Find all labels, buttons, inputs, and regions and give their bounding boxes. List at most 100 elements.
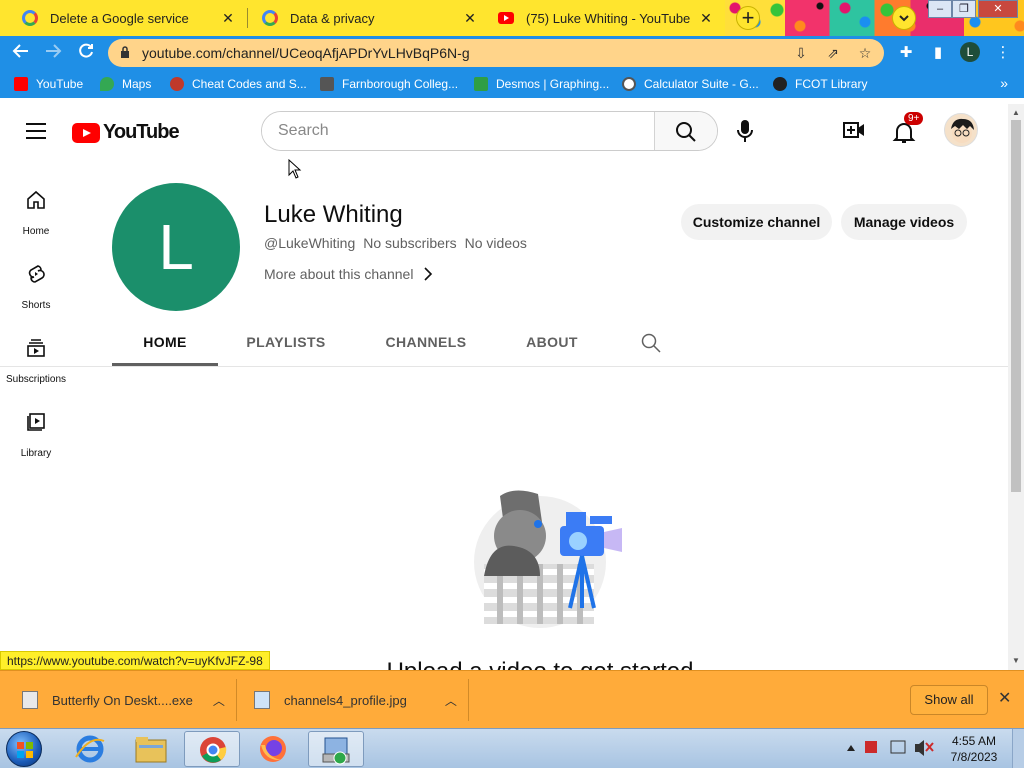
notification-count-badge: 9+ <box>904 112 924 125</box>
microphone-icon[interactable] <box>733 114 757 150</box>
taskbar-installer[interactable] <box>308 731 364 767</box>
download-item-profile-jpg[interactable]: channels4_profile.jpg ︿ <box>254 671 464 729</box>
user-avatar-icon <box>951 118 974 143</box>
channel-name: Luke Whiting <box>264 201 403 228</box>
bookmark-youtube[interactable]: YouTube <box>14 77 83 91</box>
tabs-divider <box>0 366 1008 367</box>
google-icon <box>262 10 278 26</box>
bookmark-desmos[interactable]: Desmos | Graphing... <box>474 77 609 91</box>
chrome-icon <box>200 737 227 763</box>
bookmark-label: Calculator Suite - G... <box>644 77 759 91</box>
search-button[interactable] <box>654 112 717 150</box>
taskbar-file-explorer[interactable] <box>123 731 179 767</box>
home-icon <box>27 190 45 209</box>
manage-videos-button[interactable]: Manage videos <box>841 204 967 240</box>
extensions-icon[interactable]: ✚ <box>897 44 915 62</box>
address-bar[interactable]: youtube.com/channel/UCeoqAfjAPDrYvLHvBqP… <box>108 39 884 67</box>
rail-item-shorts[interactable]: Shorts <box>0 250 72 324</box>
page-scrollbar[interactable]: ▲ ▼ <box>1008 104 1024 670</box>
tab-data-privacy[interactable]: Data & privacy ✕ <box>248 0 488 36</box>
scroll-down-icon[interactable]: ▼ <box>1012 656 1020 665</box>
tab-delete-google-service[interactable]: Delete a Google service ✕ <box>0 0 246 36</box>
taskbar-chrome[interactable] <box>184 731 240 767</box>
youtube-icon <box>498 12 514 24</box>
reload-button[interactable] <box>75 42 97 64</box>
tab-playlists[interactable]: PLAYLISTS <box>232 318 340 366</box>
rail-item-library[interactable]: Library <box>0 398 72 472</box>
system-tray <box>845 737 935 762</box>
empty-channel-illustration <box>474 490 622 628</box>
bookmark-calculator-suite[interactable]: Calculator Suite - G... <box>622 77 759 91</box>
share-icon[interactable]: ⇗ <box>824 44 842 62</box>
more-about-channel-link[interactable]: More about this channel <box>264 266 433 282</box>
menu-kebab-icon[interactable]: ⋮ <box>994 44 1012 62</box>
tab-home[interactable]: HOME <box>112 318 218 366</box>
tab-about[interactable]: ABOUT <box>512 318 592 366</box>
bookmark-star-icon[interactable]: ☆ <box>856 44 874 62</box>
scrollbar-thumb[interactable] <box>1011 120 1021 492</box>
volume-icon <box>915 740 924 756</box>
tab-close-icon[interactable]: ✕ <box>220 10 236 27</box>
tab-search-button[interactable] <box>892 6 916 30</box>
customize-channel-button[interactable]: Customize channel <box>681 204 832 240</box>
show-desktop-button[interactable] <box>1012 729 1024 768</box>
bookmarks-bar: YouTube Maps Cheat Codes and S... Farnbo… <box>0 70 1024 98</box>
taskbar-firefox[interactable] <box>245 731 301 767</box>
channel-meta: @LukeWhiting No subscribers No videos <box>264 235 527 251</box>
rail-label: Library <box>20 448 52 459</box>
create-video-icon[interactable] <box>842 118 866 142</box>
windows-logo-icon <box>17 742 33 758</box>
browser-tab-strip: Delete a Google service ✕ Data & privacy… <box>0 0 1024 36</box>
maximize-button[interactable]: ❐ <box>952 0 976 18</box>
rail-item-subscriptions[interactable]: Subscriptions <box>0 324 72 398</box>
internet-explorer-icon <box>75 735 105 763</box>
chevron-up-icon[interactable]: ︿ <box>213 692 225 709</box>
download-item-butterfly[interactable]: Butterfly On Deskt....exe ︿ <box>22 671 232 729</box>
new-tab-button[interactable]: + <box>736 6 760 30</box>
tab-close-icon[interactable]: ✕ <box>462 10 478 27</box>
rail-label: Shorts <box>21 300 51 311</box>
show-all-downloads-button[interactable]: Show all <box>910 685 988 715</box>
bookmark-label: Farnborough Colleg... <box>342 77 459 91</box>
menu-hamburger-icon[interactable] <box>26 123 46 139</box>
youtube-play-icon <box>72 122 100 143</box>
side-panel-icon[interactable]: ▮ <box>929 44 947 62</box>
youtube-page: YouTube 9+ Home Shorts Subscriptio <box>0 104 1008 670</box>
taskbar-internet-explorer[interactable] <box>62 731 118 767</box>
browser-toolbar: youtube.com/channel/UCeoqAfjAPDrYvLHvBqP… <box>0 36 1024 70</box>
desmos-icon <box>474 77 488 91</box>
bookmark-maps[interactable]: Maps <box>100 77 151 91</box>
action-center-icon <box>865 741 877 753</box>
youtube-logo[interactable]: YouTube <box>72 121 180 144</box>
forward-button[interactable] <box>42 42 64 64</box>
scroll-up-icon[interactable]: ▲ <box>1012 108 1020 117</box>
tab-channels[interactable]: CHANNELS <box>372 318 480 366</box>
bookmark-label: YouTube <box>36 77 84 91</box>
install-icon[interactable]: ⇩ <box>792 44 810 62</box>
rail-item-home[interactable]: Home <box>0 176 72 250</box>
bookmark-cheat-codes[interactable]: Cheat Codes and S... <box>170 77 307 91</box>
search-input[interactable] <box>262 112 654 150</box>
browser-profile-avatar[interactable]: L <box>960 42 980 62</box>
bookmark-farnborough-college[interactable]: Farnborough Colleg... <box>320 77 458 91</box>
start-button[interactable] <box>6 731 42 767</box>
library-icon <box>27 413 45 431</box>
taskbar-clock[interactable]: 4:55 AM 7/8/2023 <box>944 733 1004 765</box>
account-avatar[interactable] <box>944 113 978 147</box>
channel-avatar[interactable]: L <box>112 183 240 311</box>
channel-search-icon[interactable] <box>641 333 661 353</box>
close-shelf-icon[interactable]: ✕ <box>998 688 1011 708</box>
tab-youtube[interactable]: (75) Luke Whiting - YouTube ✕ <box>488 0 724 36</box>
minimize-button[interactable]: – <box>928 0 952 18</box>
chevron-up-icon[interactable]: ︿ <box>445 692 457 709</box>
subscriber-count: No subscribers <box>363 235 457 251</box>
window-close-button[interactable]: ✕ <box>978 0 1018 18</box>
college-icon <box>320 77 334 91</box>
tab-close-icon[interactable]: ✕ <box>698 10 714 27</box>
download-divider <box>468 679 469 721</box>
network-icon <box>890 740 906 754</box>
back-button[interactable] <box>10 42 32 64</box>
notifications-button[interactable]: 9+ <box>890 112 924 144</box>
bookmark-fcot-library[interactable]: FCOT Library <box>773 77 867 91</box>
bookmarks-overflow-icon[interactable]: » <box>1000 75 1008 91</box>
